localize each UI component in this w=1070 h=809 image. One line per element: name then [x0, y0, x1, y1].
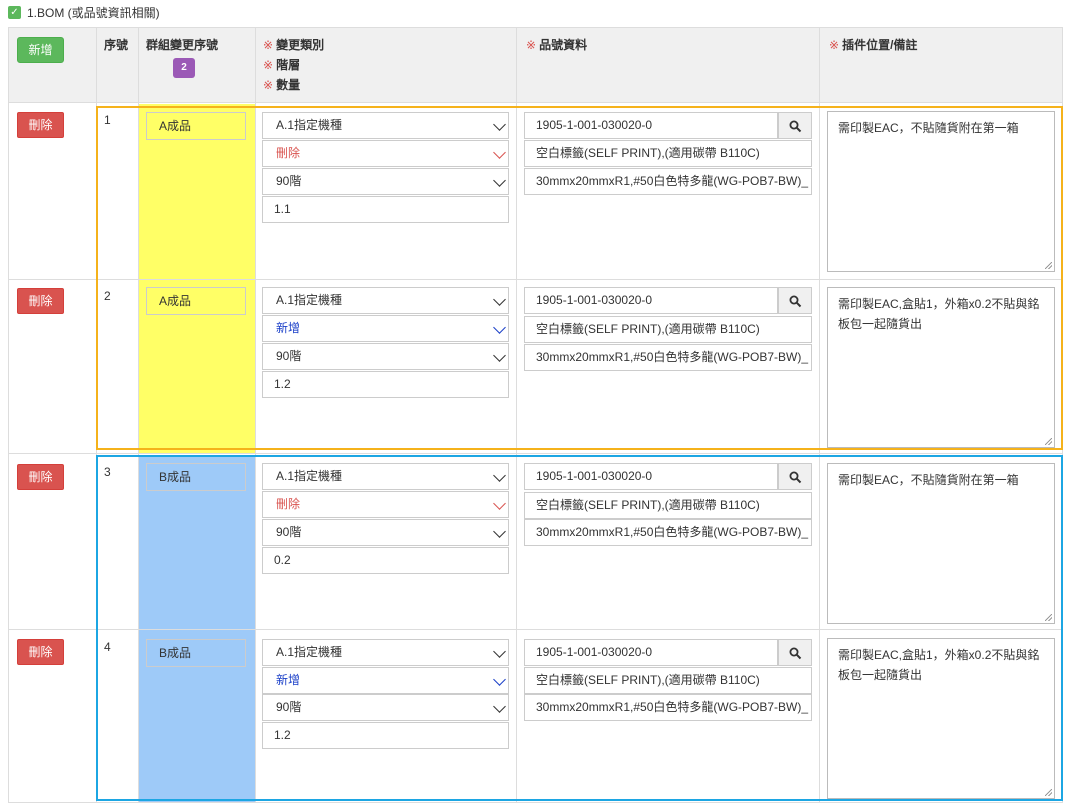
- group-count-badge: 2: [173, 58, 195, 78]
- delete-row-button[interactable]: 刪除: [17, 639, 64, 665]
- group-a-highlight: [96, 106, 1063, 450]
- section-title-text: 1.BOM (或品號資訊相關): [27, 5, 160, 20]
- group-b-highlight: [96, 455, 1063, 801]
- delete-row-button[interactable]: 刪除: [17, 112, 64, 138]
- col-seq-header: 序號: [104, 38, 129, 52]
- col-part-header: ※ 品號資料: [526, 38, 588, 52]
- col-group-header: 群組變更序號: [146, 38, 219, 52]
- col-position-header: ※ 插件位置/備註: [829, 38, 918, 52]
- col-level-header: ※ 階層: [263, 58, 301, 72]
- check-icon[interactable]: ✓: [8, 5, 21, 19]
- delete-row-button[interactable]: 刪除: [17, 464, 64, 490]
- delete-row-button[interactable]: 刪除: [17, 288, 64, 314]
- col-qty-header: ※ 數量: [263, 78, 301, 92]
- add-button[interactable]: 新增: [17, 37, 64, 63]
- col-change-type-header: ※ 變更類別: [263, 38, 325, 52]
- section-title: ✓ 1.BOM (或品號資訊相關): [8, 3, 160, 21]
